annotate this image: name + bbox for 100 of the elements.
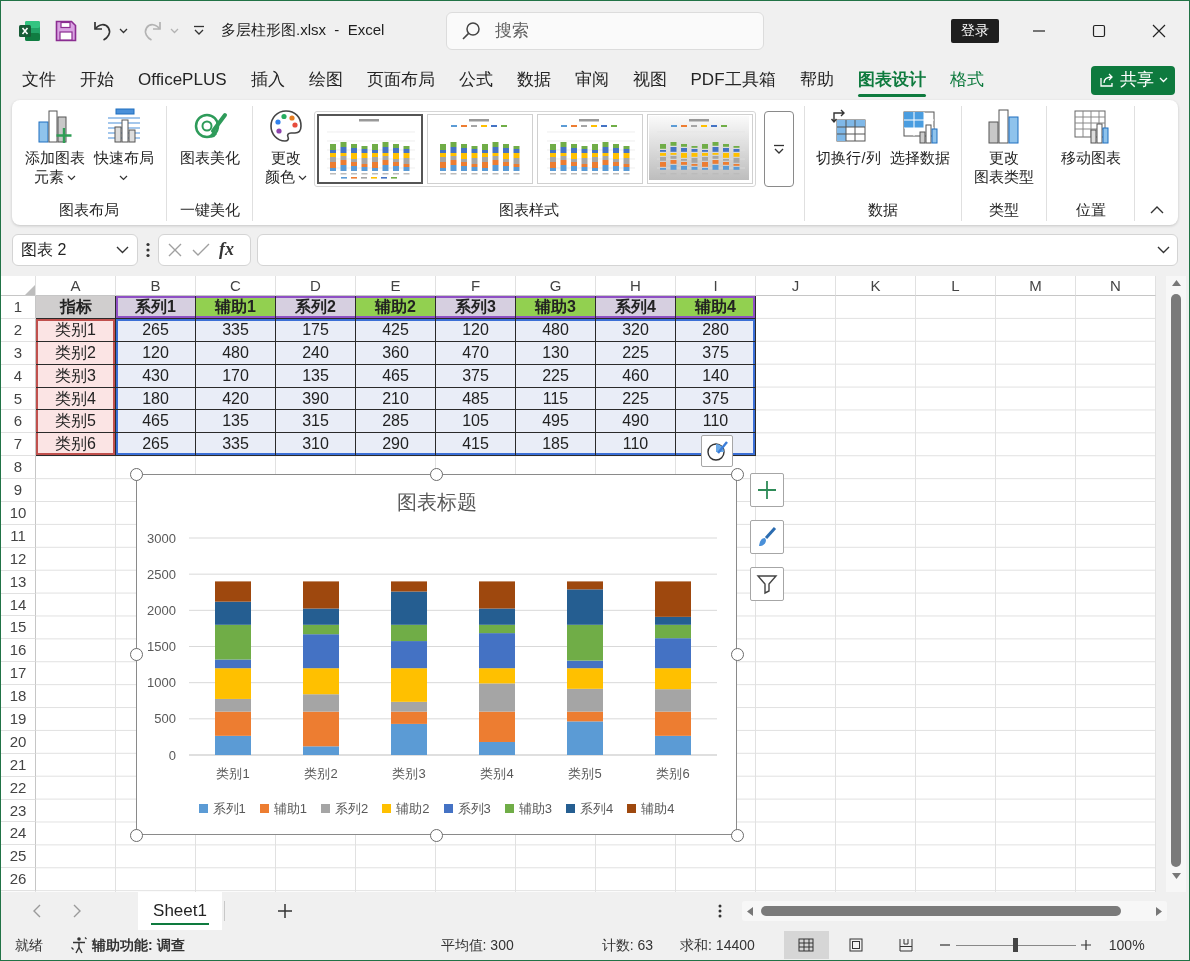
row-number[interactable]: 22 [1,776,36,800]
chart-style-option[interactable] [317,114,423,184]
row-number[interactable]: 16 [1,639,36,663]
ribbon-tab[interactable]: 审阅 [562,60,621,100]
scroll-down-icon[interactable] [1171,873,1181,879]
maximize-icon[interactable] [1092,23,1106,38]
chart-area[interactable]: 图表标题 0 500 1000 1500 2000 2500 3000 类别1 类别2 类别3 类别4 类别5 类别6 系列1 辅助1 系列2 辅助2 系列3 辅助3 系列4 辅助4 [136,474,737,835]
row-number[interactable]: 26 [1,868,36,892]
row-number[interactable]: 21 [1,753,36,777]
scrollbar-thumb[interactable] [761,906,1121,916]
ribbon-group-label: 图表样式 [497,201,560,220]
undo-icon[interactable] [91,19,113,42]
chart-elements-button[interactable] [750,473,784,507]
ribbon-tab[interactable]: 视图 [620,60,679,100]
quick-style-button[interactable] [701,435,733,467]
quick-layout-button[interactable]: 快速布局 [91,108,156,187]
pie-brush-icon [706,440,728,462]
close-icon[interactable] [1152,23,1166,38]
row-number[interactable]: 13 [1,570,36,594]
move-chart-button[interactable]: 移动图表 [1058,108,1123,168]
caret-icon[interactable] [119,175,128,182]
ribbon-tab[interactable]: 格式 [937,60,996,100]
cancel-icon[interactable] [167,241,183,258]
sign-in-button[interactable]: 登录 [951,18,999,43]
change-chart-type-button[interactable]: 更改 图表类型 [972,108,1036,187]
zoom-level[interactable]: 100% [1108,934,1145,956]
row-number[interactable]: 17 [1,662,36,686]
row-number[interactable]: 12 [1,547,36,571]
row-number[interactable]: 5 [1,387,36,411]
ribbon-tab[interactable]: 图表设计 [845,60,938,100]
chart-styles-button[interactable] [750,520,784,554]
row-number[interactable]: 2 [1,318,36,342]
ribbon-tab[interactable]: 页面布局 [354,60,447,100]
select-data-button[interactable]: 选择数据 [887,108,952,168]
caret-icon[interactable] [119,27,128,34]
check-icon[interactable] [192,242,210,257]
formula-input[interactable] [257,233,1178,266]
table-cell: 135 [196,410,276,434]
search-box[interactable]: 搜索 [446,11,764,50]
row-number[interactable]: 18 [1,685,36,709]
normal-view-button[interactable] [783,931,829,959]
vertical-dots-icon[interactable] [146,241,150,258]
row-number[interactable]: 3 [1,341,36,365]
chevron-left-icon[interactable] [33,904,41,918]
ribbon-tab[interactable]: 文件 [10,60,68,100]
row-number[interactable]: 7 [1,433,36,457]
gallery-more-button[interactable] [764,111,794,187]
ribbon-tab[interactable]: 插入 [238,60,297,100]
search-input[interactable]: 搜索 [495,17,715,44]
row-number[interactable]: 6 [1,410,36,434]
chevron-down-icon[interactable] [116,245,129,254]
ribbon-tab[interactable]: 绘图 [296,60,355,100]
zoom-slider-thumb[interactable] [1013,938,1019,952]
mini-chart-icon [649,116,749,180]
chevron-bar-icon[interactable] [193,25,205,36]
scroll-left-icon[interactable] [747,906,753,916]
table-cell: 315 [276,410,356,434]
row-number[interactable]: 15 [1,616,36,640]
name-box[interactable]: 图表 2 [12,233,138,266]
row-number[interactable]: 23 [1,799,36,823]
chart-filters-button[interactable] [750,567,784,601]
scroll-up-icon[interactable] [1171,280,1181,286]
switch-row-column-button[interactable]: 切换行/列 [814,108,883,168]
share-button[interactable]: 共享 [1091,65,1175,95]
table-cell: 115 [516,387,596,411]
table-cell: 415 [436,433,516,457]
ribbon-tab[interactable]: 帮助 [787,60,846,100]
chevron-right-icon[interactable] [73,904,81,918]
ribbon-tab[interactable]: 数据 [504,60,563,100]
ribbon-group-label: 类型 [988,201,1020,220]
save-icon[interactable] [55,19,77,42]
caret-icon[interactable] [298,175,307,182]
chevron-up-icon[interactable] [1150,206,1164,214]
table-cell: 265 [116,318,196,342]
accessibility-person-icon[interactable] [70,936,88,954]
scroll-right-icon[interactable] [1156,906,1162,916]
row-number[interactable]: 25 [1,845,36,869]
row-number[interactable]: 9 [1,479,36,502]
accessibility-status[interactable]: 辅助功能: 调查 [92,934,185,956]
row-number[interactable]: 14 [1,593,36,617]
add-sheet-icon[interactable] [277,903,293,919]
add-chart-element-button[interactable]: 添加图表 元素 [22,108,87,187]
ribbon-tab[interactable]: 公式 [446,60,505,100]
scrollbar-thumb[interactable] [1171,294,1181,867]
chevron-down-icon[interactable] [1157,245,1170,254]
ribbon-tab[interactable]: 开始 [68,60,126,100]
ribbon-tab[interactable]: PDF工具箱 [678,60,788,100]
row-number[interactable]: 20 [1,730,36,754]
zoom-in-icon[interactable] [1080,940,1091,950]
ribbon-tab[interactable]: OfficePLUS [126,60,239,100]
row-number[interactable]: 11 [1,524,36,548]
row-number[interactable]: 24 [1,822,36,846]
change-colors-button[interactable]: 更改 颜色 [263,108,309,187]
row-number[interactable]: 4 [1,364,36,388]
insert-function-button[interactable]: fx [219,236,234,263]
caret-icon[interactable] [66,175,76,182]
vertical-dots-icon[interactable] [718,904,722,918]
sheet-tab[interactable]: Sheet1 [138,892,222,930]
row-number[interactable]: 8 [1,456,36,480]
chart-beautify-button[interactable]: 图表美化 [177,108,242,168]
